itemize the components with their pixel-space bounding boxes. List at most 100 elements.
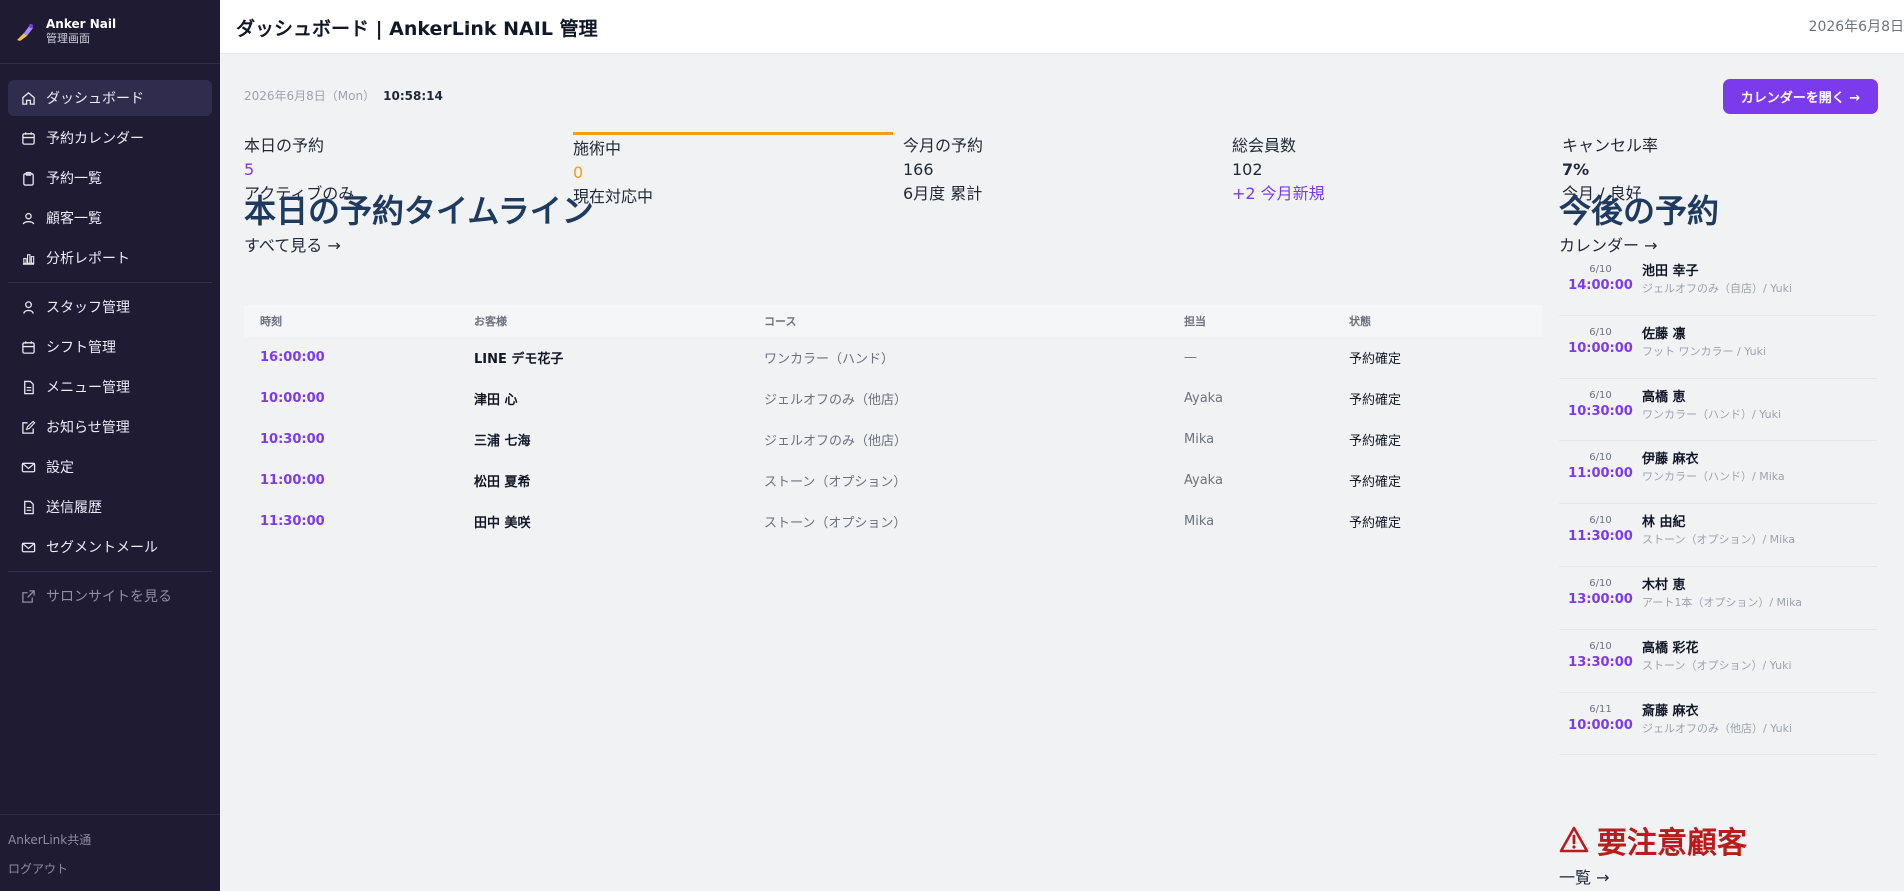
sidebar-item-calendar[interactable]: 予約カレンダー	[8, 120, 212, 156]
sidebar: Anker Nail 管理画面 ダッシュボード 予約カレンダー 予約一覧 顧客一…	[0, 0, 220, 891]
nav-divider	[8, 282, 212, 283]
row-staff: Mika	[1184, 432, 1215, 447]
sidebar-item-salon-site[interactable]: サロンサイトを見る	[8, 578, 212, 614]
row-time: 16:00:00	[260, 350, 325, 365]
row-status: 予約確定	[1349, 352, 1402, 367]
list-item[interactable]: 6/10 10:00:00 佐藤 凛フット ワンカラー / Yuki	[1559, 316, 1877, 379]
sidebar-item-label: 予約一覧	[46, 171, 102, 187]
calendar-icon	[20, 130, 36, 146]
row-staff: Ayaka	[1184, 391, 1223, 406]
upcoming-date: 6/10	[1589, 326, 1612, 338]
list-item[interactable]: 6/10 13:30:00 高橋 彩花 ストーン（オプション）/ Yuki	[1559, 630, 1877, 693]
sidebar-item-menu[interactable]: メニュー管理	[8, 369, 212, 405]
row-time: 10:00:00	[260, 391, 325, 406]
caution-list-link[interactable]: 一覧 →	[1559, 864, 1610, 888]
brand[interactable]: Anker Nail 管理画面	[0, 0, 220, 64]
stat-value: 166	[903, 160, 934, 179]
caution-title-text: 要注意顧客	[1597, 826, 1747, 861]
sidebar-item-reservations[interactable]: 予約一覧	[8, 160, 212, 196]
row-course: ワンカラー（ハンド）	[764, 352, 895, 367]
sidebar-footer: AnkerLink共通 ログアウト	[0, 814, 220, 891]
stat-label: 今月の予約	[903, 136, 984, 155]
list-item[interactable]: 6/11 10:00:00 斎藤 麻衣 ジェルオフのみ（他店）/ Yuki	[1559, 693, 1877, 756]
sidebar-item-dashboard[interactable]: ダッシュボード	[8, 80, 212, 116]
sidebar-item-shifts[interactable]: シフト管理	[8, 329, 212, 365]
stat-note: +2 今月新規	[1232, 184, 1325, 203]
document-icon	[20, 499, 36, 515]
external-link-icon	[20, 588, 36, 604]
upcoming-date: 6/10	[1589, 577, 1612, 589]
sidebar-item-send-history[interactable]: 送信履歴	[8, 489, 212, 525]
column-header-time: 時刻	[260, 315, 282, 328]
upcoming-date: 6/10	[1589, 640, 1612, 652]
list-item[interactable]: 6/10 11:30:00 林 由紀 ストーン（オプション）/ Mika	[1559, 504, 1877, 567]
upcoming-time: 13:30:00	[1568, 654, 1633, 670]
upcoming-name: 斎藤 麻衣	[1642, 703, 1699, 719]
current-time: 10:58:14	[383, 89, 443, 103]
sidebar-item-notices[interactable]: お知らせ管理	[8, 409, 212, 445]
row-status: 予約確定	[1349, 434, 1402, 449]
stat-total-members: 総会員数 102 +2 今月新規	[1232, 134, 1552, 206]
bar-chart-icon	[20, 250, 36, 266]
logout-link[interactable]: ログアウト	[8, 858, 212, 887]
sidebar-item-staff[interactable]: スタッフ管理	[8, 289, 212, 325]
warning-icon	[1559, 826, 1589, 853]
row-status: 予約確定	[1349, 475, 1402, 490]
stat-value: 7%	[1562, 160, 1590, 179]
sidebar-item-label: セグメントメール	[46, 540, 158, 556]
sidebar-item-label: お知らせ管理	[46, 420, 130, 436]
row-customer[interactable]: 津田 心	[474, 389, 764, 408]
sidebar-item-label: 設定	[46, 460, 74, 476]
brand-subtitle: 管理画面	[46, 32, 90, 45]
stat-month-reservations: 今月の予約 166 6月度 累計	[903, 134, 1223, 206]
upcoming-name: 高橋 恵	[1642, 389, 1686, 405]
row-course: ストーン（オプション）	[764, 475, 907, 490]
row-customer[interactable]: 三浦 七海	[474, 430, 764, 449]
row-course: ジェルオフのみ（他店）	[764, 434, 908, 449]
brand-name: Anker Nail	[46, 17, 117, 31]
column-header-status: 状態	[1349, 315, 1371, 328]
stat-note: 6月度 累計	[903, 184, 983, 203]
table-row[interactable]: 10:30:00 三浦 七海 ジェルオフのみ（他店） Mika 予約確定	[244, 419, 1542, 460]
row-customer[interactable]: 田中 美咲	[474, 512, 764, 531]
upcoming-name: 木村 恵	[1642, 577, 1686, 593]
upcoming-date: 6/10	[1589, 264, 1612, 275]
stat-value: 0	[573, 163, 584, 182]
upcoming-time: 10:30:00	[1568, 403, 1633, 419]
row-time: 11:00:00	[260, 473, 325, 488]
upcoming-date: 6/11	[1589, 703, 1612, 715]
sidebar-nav: ダッシュボード 予約カレンダー 予約一覧 顧客一覧 分析レポート スタッフ管理 …	[0, 64, 220, 614]
nail-polish-logo-icon	[14, 21, 36, 43]
table-row[interactable]: 10:00:00 津田 心 ジェルオフのみ（他店） Ayaka 予約確定	[244, 378, 1542, 419]
list-item[interactable]: 6/10 11:00:00 伊藤 麻衣 ワンカラー（ハンド）/ Mika	[1559, 441, 1877, 505]
list-item[interactable]: 6/10 13:00:00 木村 恵アート1本（オプション）/ Mika	[1559, 567, 1877, 630]
table-row[interactable]: 11:30:00 田中 美咲 ストーン（オプション） Mika 予約確定	[244, 501, 1542, 542]
sidebar-item-segment-mail[interactable]: セグメントメール	[8, 529, 212, 565]
list-item[interactable]: 6/10 14:00:00 池田 幸子 ジェルオフのみ（自店）/ Yuki	[1559, 253, 1877, 316]
sidebar-item-customers[interactable]: 顧客一覧	[8, 200, 212, 236]
current-date: 2026年6月8日（Mon）	[244, 89, 376, 103]
caution-customers-title: 要注意顧客	[1559, 818, 1747, 862]
table-row[interactable]: 16:00:00 LINE デモ花子 ワンカラー（ハンド） — 予約確定	[244, 337, 1542, 378]
mail-icon	[20, 459, 36, 475]
upcoming-course: ジェルオフのみ（他店）/ Yuki	[1642, 721, 1793, 735]
row-status: 予約確定	[1349, 516, 1402, 531]
row-customer[interactable]: LINE デモ花子	[474, 348, 764, 367]
user-icon	[20, 299, 36, 315]
ankerlink-shared-link[interactable]: AnkerLink共通	[8, 829, 212, 858]
sidebar-item-settings[interactable]: 設定	[8, 449, 212, 485]
see-all-link[interactable]: すべて見る →	[244, 232, 341, 256]
upcoming-name: 林 由紀	[1642, 515, 1686, 531]
upcoming-course: ストーン（オプション）/ Mika	[1642, 533, 1796, 547]
row-time: 10:30:00	[260, 432, 325, 447]
table-row[interactable]: 11:00:00 松田 夏希 ストーン（オプション） Ayaka 予約確定	[244, 460, 1542, 501]
sidebar-item-label: 顧客一覧	[46, 211, 102, 227]
open-calendar-button[interactable]: カレンダーを開く →	[1723, 79, 1878, 114]
sidebar-item-reports[interactable]: 分析レポート	[8, 240, 212, 276]
upcoming-name: 佐藤 凛	[1642, 326, 1686, 342]
sidebar-item-label: ダッシュボード	[46, 91, 144, 107]
home-icon	[20, 90, 36, 106]
column-header-course: コース	[764, 315, 797, 328]
list-item[interactable]: 6/10 10:30:00 高橋 恵ワンカラー（ハンド）/ Yuki	[1559, 379, 1877, 442]
row-customer[interactable]: 松田 夏希	[474, 471, 764, 490]
